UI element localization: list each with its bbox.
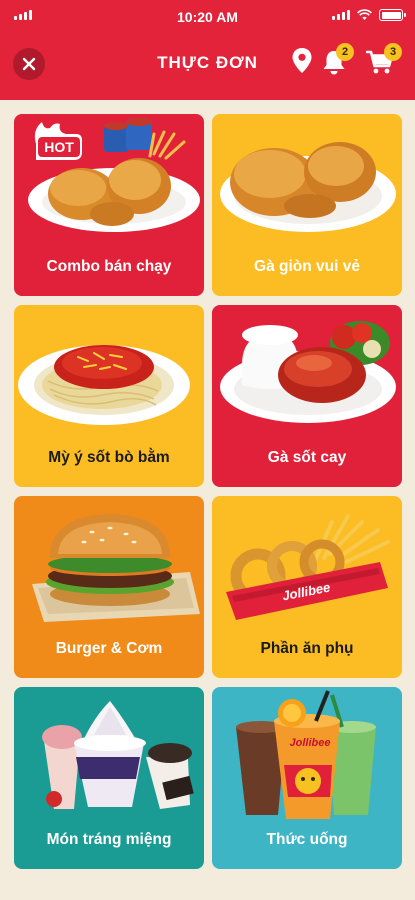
- menu-tile-label: Phần ăn phụ: [260, 640, 354, 657]
- menu-tile-spicy-chicken[interactable]: Gà sốt cay: [212, 305, 402, 487]
- spicy-chicken-rice-image: [220, 321, 396, 423]
- menu-tile-label: Thức uống: [266, 831, 348, 848]
- location-button[interactable]: [292, 48, 312, 79]
- dessert-image: [42, 701, 194, 809]
- hot-label: HOT: [44, 139, 74, 155]
- cart-button[interactable]: 3: [365, 43, 402, 80]
- chicken-combo-image: [28, 118, 200, 232]
- menu-tile-burger[interactable]: Burger & Cơm: [14, 496, 204, 678]
- cellular-signal-icon: [332, 10, 350, 20]
- menu-tile-drinks[interactable]: Jollibee Thức uống: [212, 687, 402, 869]
- menu-tile-dessert[interactable]: Món tráng miệng: [14, 687, 204, 869]
- menu-tile-spaghetti[interactable]: Mỳ ý sốt bò bằm: [14, 305, 204, 487]
- menu-tile-fried-chicken[interactable]: Gà giòn vui vẻ: [212, 114, 402, 296]
- wifi-icon: [357, 9, 372, 20]
- notification-button[interactable]: 2: [322, 43, 354, 80]
- menu-tile-label: Mỳ ý sốt bò bằm: [48, 449, 170, 466]
- carrier-signal-icon: [14, 10, 32, 20]
- cart-count-badge: 3: [384, 43, 402, 61]
- menu-tile-label: Gà giòn vui vẻ: [254, 258, 360, 275]
- app-header: THỰC ĐƠN 2 3: [0, 34, 415, 100]
- notification-count-badge: 2: [336, 43, 354, 61]
- status-time: 10:20 AM: [177, 9, 238, 25]
- menu-tile-combo[interactable]: HOT Combo bán chạy: [14, 114, 204, 296]
- battery-icon: [379, 9, 406, 21]
- burger-image: [32, 514, 200, 622]
- menu-tile-label: Món tráng miệng: [46, 831, 172, 848]
- fries-onion-rings-image: [226, 514, 390, 620]
- menu-grid: HOT Combo bán chạy Gà giòn vui vẻ Mỳ ý s…: [14, 114, 402, 869]
- menu-tile-label: Combo bán chạy: [46, 258, 172, 275]
- spaghetti-image: [18, 345, 190, 425]
- location-pin-icon: [292, 48, 312, 73]
- menu-tile-label: Burger & Cơm: [55, 640, 163, 657]
- menu-tile-label: Gà sốt cay: [267, 449, 347, 466]
- status-bar: 10:20 AM: [0, 0, 415, 34]
- fried-chicken-image: [220, 142, 396, 232]
- menu-tile-sides[interactable]: Jollibee Phần ăn phụ: [212, 496, 402, 678]
- drinks-image: [236, 690, 376, 819]
- brand-logo-text: Jollibee: [289, 737, 331, 749]
